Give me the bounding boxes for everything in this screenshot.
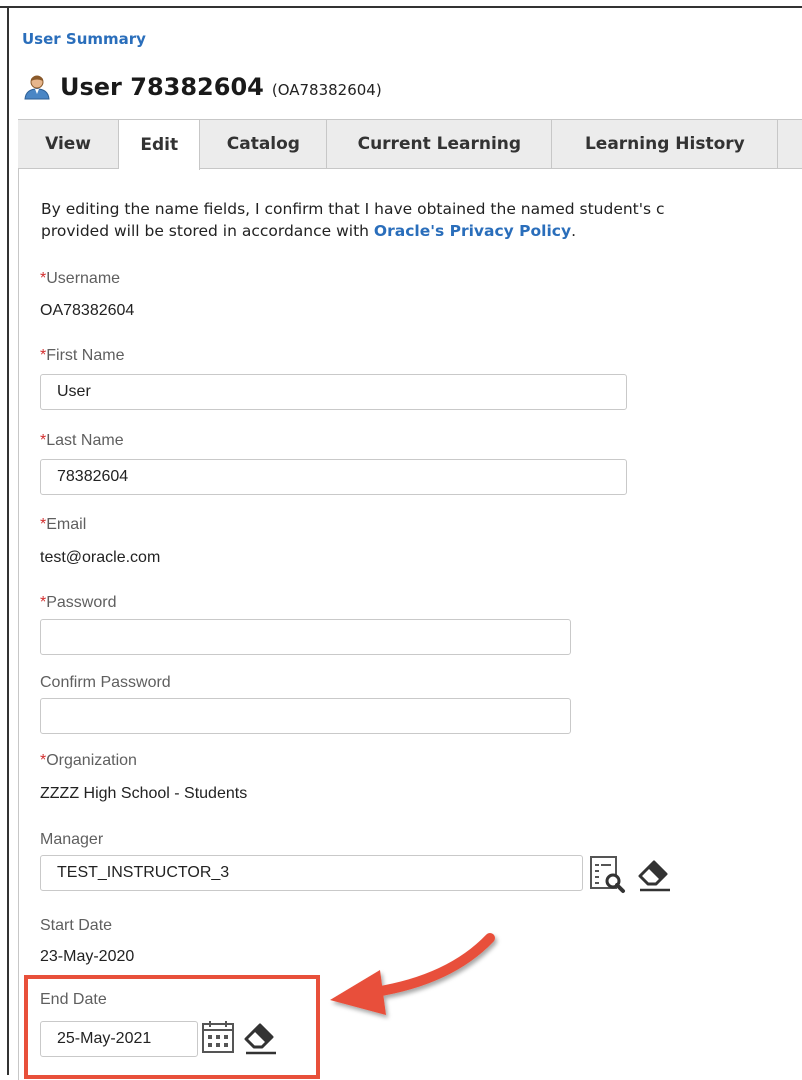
consent-line-2: provided will be stored in accordance wi…: [41, 220, 802, 242]
consent-line-2-prefix: provided will be stored in accordance wi…: [41, 222, 374, 240]
tab-overflow[interactable]: [778, 120, 802, 168]
first-name-input[interactable]: User: [40, 374, 627, 410]
organization-label: *Organization: [40, 752, 137, 770]
manager-label: Manager: [40, 831, 104, 848]
tab-learning-history[interactable]: Learning History: [552, 120, 779, 168]
eraser-icon[interactable]: [634, 854, 674, 894]
consent-line-1: By editing the name fields, I confirm th…: [41, 200, 665, 218]
confirm-password-label: Confirm Password: [40, 674, 171, 691]
end-date-highlight-box: [24, 975, 320, 1079]
manager-input[interactable]: TEST_INSTRUCTOR_3: [40, 855, 583, 891]
tab-catalog[interactable]: Catalog: [200, 120, 328, 168]
password-label-text: Password: [46, 594, 117, 611]
start-date-value: 23-May-2020: [40, 948, 135, 965]
start-date-label: Start Date: [40, 917, 113, 934]
page-title-row: User 78382604 (OA78382604): [22, 72, 382, 102]
organization-value: ZZZZ High School - Students: [40, 785, 248, 802]
confirm-password-input[interactable]: [40, 698, 571, 734]
first-name-label-text: First Name: [46, 347, 125, 364]
search-lookup-icon[interactable]: [588, 854, 628, 894]
first-name-label: *First Name: [40, 347, 124, 365]
page-title: User 78382604: [60, 73, 264, 101]
last-name-label: *Last Name: [40, 432, 124, 450]
annotation-arrow: [330, 933, 495, 1015]
tab-current-learning[interactable]: Current Learning: [327, 120, 553, 168]
email-label-text: Email: [46, 516, 87, 533]
page-subtitle: (OA78382604): [271, 80, 382, 99]
tab-edit[interactable]: Edit: [119, 120, 201, 170]
breadcrumb-user-summary[interactable]: User Summary: [22, 30, 146, 48]
tab-view[interactable]: View: [18, 120, 120, 168]
consent-notice: By editing the name fields, I confirm th…: [41, 198, 802, 242]
window-border-left: [7, 6, 9, 1075]
username-value: OA78382604: [40, 302, 135, 319]
consent-line-2-suffix: .: [571, 222, 577, 240]
organization-label-text: Organization: [46, 752, 137, 769]
user-icon: [24, 75, 50, 100]
email-value: test@oracle.com: [40, 549, 161, 566]
password-label: *Password: [40, 594, 116, 612]
username-label: *Username: [40, 270, 120, 288]
tab-bar: View Edit Catalog Current Learning Learn…: [18, 119, 802, 170]
window-border-top: [0, 6, 802, 8]
email-label: *Email: [40, 516, 86, 534]
last-name-label-text: Last Name: [46, 432, 124, 449]
privacy-policy-link[interactable]: Oracle's Privacy Policy: [374, 222, 571, 240]
password-input[interactable]: [40, 619, 571, 655]
last-name-input[interactable]: 78382604: [40, 459, 627, 495]
username-label-text: Username: [46, 270, 121, 287]
